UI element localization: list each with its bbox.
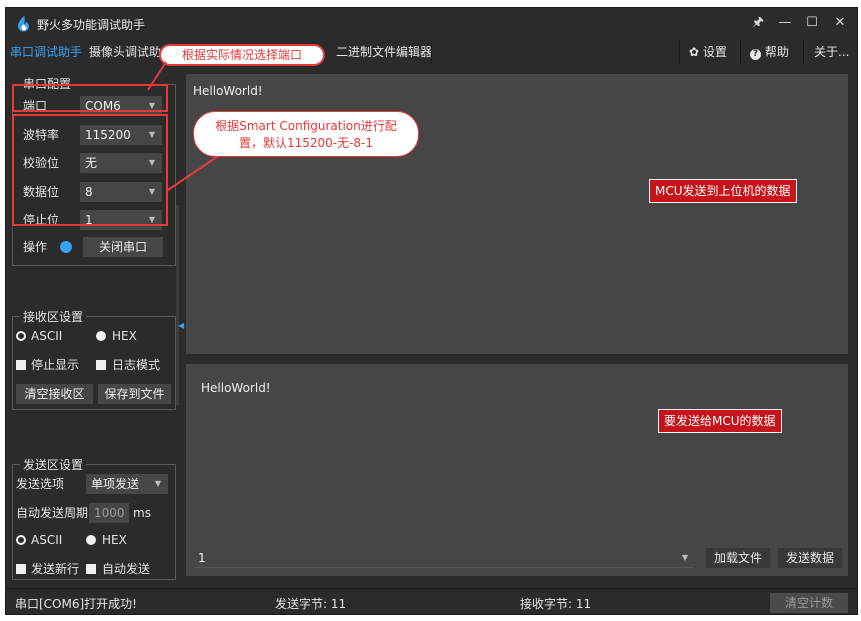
config-highlight-box	[12, 114, 168, 226]
operate-label: 操作	[23, 240, 48, 254]
help-icon: ?	[750, 49, 761, 60]
status-message: 串口[COM6]打开成功!	[15, 597, 137, 611]
save-to-file-button[interactable]: 保存到文件	[98, 384, 171, 404]
recv-bytes-counter: 接收字节: 11	[520, 597, 592, 611]
recv-hex-radio[interactable]	[96, 331, 106, 341]
send-newline-label: 发送新行	[31, 562, 80, 576]
stop-display-checkbox[interactable]	[16, 360, 26, 370]
send-newline-checkbox[interactable]	[16, 564, 26, 574]
recv-hex-label: HEX	[112, 329, 137, 343]
recv-ascii-label: ASCII	[31, 329, 63, 343]
recv-ascii-radio[interactable]	[16, 331, 26, 341]
port-callout-text: 根据实际情况选择端口	[161, 46, 323, 64]
settings-label: 设置	[702, 45, 727, 59]
log-mode-label: 日志模式	[112, 358, 161, 372]
maximize-button[interactable]: ☐	[801, 13, 823, 33]
config-callout-line1: 根据Smart Configuration进行配	[215, 119, 397, 133]
config-callout: 根据Smart Configuration进行配 置，默认115200-无-8-…	[193, 111, 419, 157]
recv-data-label: MCU发送到上位机的数据	[649, 179, 797, 203]
port-highlight-box	[12, 84, 168, 112]
about-menu[interactable]: 关于...	[814, 39, 849, 65]
window-title: 野火多功能调试助手	[37, 18, 146, 32]
load-file-button[interactable]: 加载文件	[706, 548, 770, 568]
send-area[interactable]: HelloWorld! 1 ▼ 加载文件 发送数据	[186, 364, 848, 576]
close-port-button[interactable]: 关闭串口	[83, 237, 163, 257]
recv-text: HelloWorld!	[193, 84, 263, 98]
settings-menu[interactable]: ✿ 设置	[689, 39, 727, 65]
menu-separator	[803, 39, 804, 65]
clear-count-button[interactable]: 清空计数	[770, 593, 848, 613]
send-text: HelloWorld!	[201, 381, 271, 395]
stop-display-label: 停止显示	[31, 358, 80, 372]
send-data-button[interactable]: 发送数据	[778, 548, 842, 568]
send-data-label: 要发送给MCU的数据	[658, 409, 782, 433]
send-history-select[interactable]: 1 ▼	[194, 548, 694, 568]
send-option-select[interactable]: 单项发送 ▼	[86, 474, 168, 494]
log-mode-checkbox[interactable]	[96, 360, 106, 370]
tab-camera-assistant[interactable]: 摄像头调试助手	[89, 39, 167, 65]
recv-settings-title: 接收区设置	[20, 310, 87, 324]
port-status-indicator	[60, 241, 72, 253]
sent-bytes-counter: 发送字节: 11	[275, 597, 347, 611]
send-ascii-label: ASCII	[31, 533, 63, 547]
menu-separator	[431, 39, 432, 65]
gear-icon: ✿	[689, 45, 700, 59]
menu-bar: 串口调试助手 摄像头调试助手 二进制文件编辑器 ✿ 设置 ? 帮助 关于...	[6, 39, 857, 65]
menu-separator	[679, 39, 680, 65]
title-bar: 野火多功能调试助手 🖈 — ☐ ✕	[6, 8, 857, 38]
chevron-down-icon: ▼	[154, 479, 161, 488]
config-callout-line2: 置，默认115200-无-8-1	[238, 136, 374, 150]
tab-serial-assistant[interactable]: 串口调试助手	[10, 39, 82, 65]
status-bar: 串口[COM6]打开成功! 发送字节: 11 接收字节: 11 清空计数	[6, 588, 857, 614]
auto-period-input[interactable]: 1000	[89, 503, 129, 523]
send-option-label: 发送选项	[16, 477, 65, 491]
auto-period-label: 自动发送周期	[16, 506, 89, 520]
help-label: 帮助	[764, 45, 789, 59]
minimize-button[interactable]: —	[774, 13, 796, 33]
auto-period-unit: ms	[133, 506, 151, 520]
close-button[interactable]: ✕	[829, 13, 851, 33]
tab-binary-editor[interactable]: 二进制文件编辑器	[336, 39, 432, 65]
send-ascii-radio[interactable]	[16, 535, 26, 545]
send-hex-radio[interactable]	[86, 535, 96, 545]
send-history-value: 1	[198, 551, 206, 565]
help-menu[interactable]: ? 帮助	[750, 39, 789, 65]
chevron-down-icon: ▼	[681, 553, 688, 562]
pin-icon[interactable]: 🖈	[747, 13, 769, 33]
collapse-arrow-icon[interactable]: ◀	[178, 321, 184, 330]
menu-separator	[740, 39, 741, 65]
send-option-value: 单项发送	[91, 477, 140, 491]
send-settings-title: 发送区设置	[20, 458, 87, 472]
auto-send-label: 自动发送	[102, 562, 151, 576]
auto-send-checkbox[interactable]	[86, 564, 96, 574]
clear-recv-button[interactable]: 清空接收区	[16, 384, 93, 404]
flame-logo-icon	[18, 16, 29, 32]
send-hex-label: HEX	[102, 533, 127, 547]
left-panel-scrollbar[interactable]	[176, 205, 179, 405]
